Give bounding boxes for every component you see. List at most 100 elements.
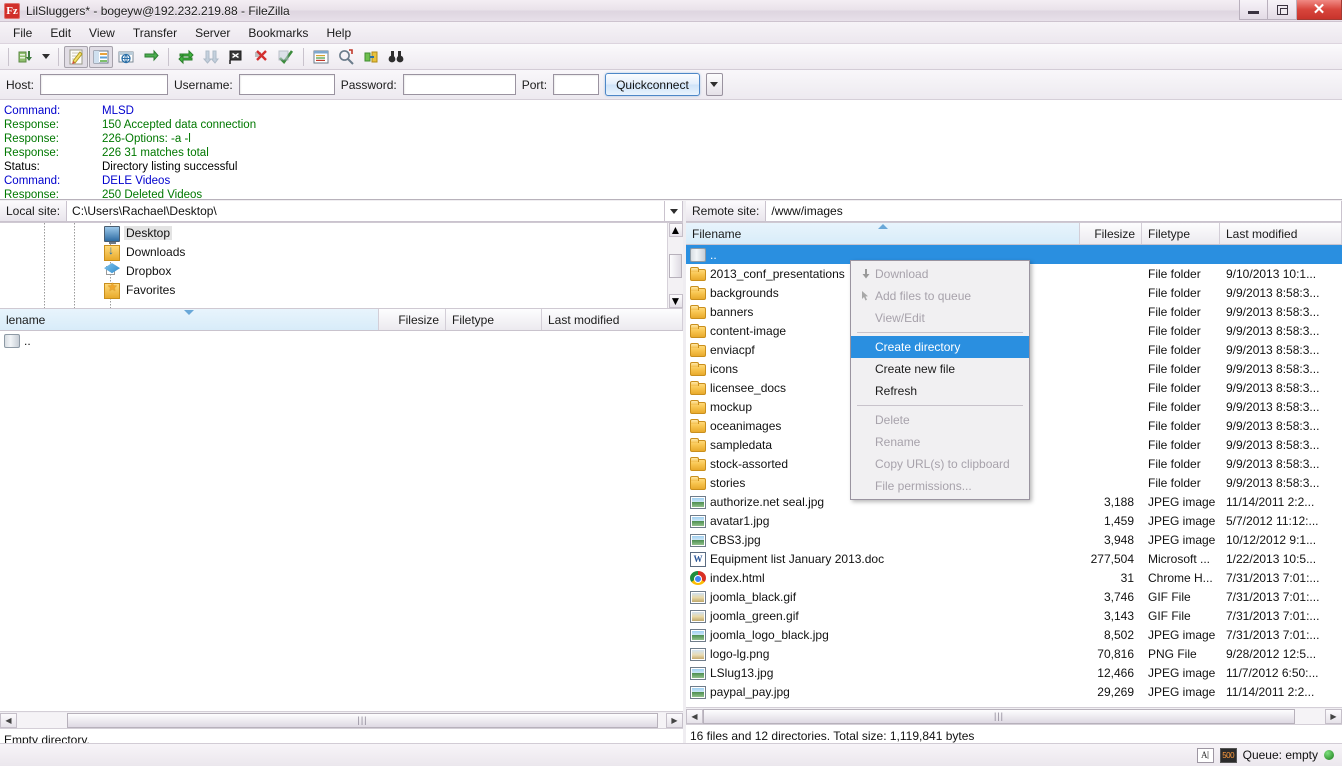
table-row[interactable]: W Equipment list January 2013.doc 277,504 M…	[686, 549, 1342, 568]
local-column-filename[interactable]: lename	[0, 309, 379, 330]
toggle-directory-tree-icon[interactable]	[89, 45, 113, 68]
log-type: Response:	[4, 119, 59, 131]
local-file-list[interactable]: ..	[0, 331, 683, 711]
remote-column-filename[interactable]: Filename	[686, 223, 1080, 244]
minimize-button[interactable]	[1239, 0, 1268, 20]
menu-help[interactable]: Help	[317, 23, 360, 43]
menu-transfer[interactable]: Transfer	[124, 23, 186, 43]
status-bar: A 500 Queue: empty	[0, 743, 1342, 766]
file-type: JPEG image	[1148, 513, 1216, 528]
host-input[interactable]	[40, 74, 169, 95]
quickconnect-button[interactable]: Quickconnect	[605, 73, 700, 96]
synchronized-browsing-icon[interactable]	[334, 46, 358, 68]
tree-item-downloads[interactable]: Downloads	[0, 242, 683, 261]
message-log[interactable]: Command: MLSD Response: 150 Accepted data …	[0, 100, 1342, 200]
process-queue-icon[interactable]	[139, 46, 163, 68]
disconnect-icon[interactable]	[224, 46, 248, 68]
sort-ascending-icon	[877, 224, 888, 229]
downloads-folder-icon	[104, 244, 120, 261]
scroll-up-icon[interactable]: ▲	[668, 223, 683, 237]
menu-file[interactable]: File	[4, 23, 41, 43]
transfer-speed-icon[interactable]: 500	[1219, 747, 1237, 763]
tree-item-desktop[interactable]: Desktop	[0, 223, 683, 244]
compare-directories-icon[interactable]	[274, 46, 298, 68]
gif-image-icon	[690, 610, 706, 623]
table-row[interactable]: joomla_logo_black.jpg 8,502 JPEG image 7/31…	[686, 625, 1342, 644]
remote-horizontal-scrollbar[interactable]: ◀ ||| ▶	[686, 707, 1342, 724]
file-size: 1,459	[1103, 513, 1134, 528]
remote-column-lastmodified[interactable]: Last modified	[1220, 223, 1342, 244]
site-manager-icon[interactable]	[14, 46, 38, 68]
cancel-operation-icon[interactable]	[199, 46, 223, 68]
scroll-right-icon[interactable]: ▶	[1325, 708, 1342, 724]
table-row[interactable]: CBS3.jpg 3,948 JPEG image 10/12/2012 9:1...	[686, 530, 1342, 549]
quickconnect-dropdown-button[interactable]	[705, 73, 723, 96]
local-horizontal-scrollbar[interactable]: ◀ ||| ▶	[0, 711, 683, 728]
context-menu-item-create-new-file[interactable]: Create new file	[851, 358, 1029, 380]
table-row[interactable]: LSlug13.jpg 12,466 JPEG image 11/7/2012 6:5…	[686, 663, 1342, 682]
table-row[interactable]: ..	[0, 331, 683, 350]
context-menu-item-label: Rename	[875, 435, 921, 449]
context-menu-item-refresh[interactable]: Refresh	[851, 380, 1029, 402]
file-modified: 9/9/2013 8:58:3...	[1226, 399, 1320, 414]
svg-text:A: A	[1201, 750, 1208, 760]
updir-icon	[690, 248, 706, 262]
username-input[interactable]	[238, 74, 335, 95]
refresh-icon[interactable]	[174, 46, 198, 68]
close-icon: ✕	[1312, 0, 1326, 18]
reconnect-icon[interactable]	[249, 46, 273, 68]
site-manager-dropdown-icon[interactable]	[39, 46, 53, 68]
maximize-restore-button[interactable]	[1268, 0, 1297, 20]
filezilla-window: Fz LilSluggers* - bogeyw@192.232.219.88 …	[0, 0, 1342, 766]
context-menu-item-label: File permissions...	[875, 479, 972, 493]
scroll-right-icon[interactable]: ▶	[666, 712, 683, 728]
scrollbar-thumb[interactable]: |||	[67, 712, 658, 728]
table-row[interactable]: avatar1.jpg 1,459 JPEG image 5/7/2012 11:12…	[686, 511, 1342, 530]
binoculars-search-icon[interactable]	[384, 46, 408, 68]
table-row[interactable]: joomla_black.gif 3,746 GIF File 7/31/2013 7…	[686, 587, 1342, 606]
file-type: File folder	[1148, 342, 1201, 357]
local-column-filetype[interactable]: Filetype	[446, 309, 542, 330]
scrollbar-thumb[interactable]	[669, 253, 682, 278]
filters-icon[interactable]	[309, 46, 333, 68]
tree-item-favorites[interactable]: + Favorites	[0, 280, 683, 299]
local-directory-tree[interactable]: Desktop Downloads + Dropbox + Favorites …	[0, 223, 683, 309]
close-button[interactable]: ✕	[1297, 0, 1342, 20]
menu-edit[interactable]: Edit	[41, 23, 80, 43]
table-row[interactable]: paypal_pay.jpg 29,269 JPEG image 11/14/2011…	[686, 682, 1342, 701]
find-files-icon[interactable]	[359, 46, 383, 68]
local-site-path[interactable]: C:\Users\Rachael\Desktop\	[67, 201, 665, 222]
menu-server[interactable]: Server	[186, 23, 239, 43]
scrollbar-thumb[interactable]: |||	[703, 708, 1295, 724]
password-input[interactable]	[402, 74, 516, 95]
remote-site-path[interactable]: /www/images	[766, 201, 1342, 222]
local-column-filesize[interactable]: Filesize	[379, 309, 446, 330]
table-row[interactable]: index.html 31 Chrome H... 7/31/2013 7:01:..…	[686, 568, 1342, 587]
remote-column-filetype[interactable]: Filetype	[1142, 223, 1220, 244]
toggle-transfer-queue-icon[interactable]	[114, 46, 138, 68]
tree-item-dropbox[interactable]: + Dropbox	[0, 261, 683, 280]
toggle-message-log-icon[interactable]	[64, 45, 88, 68]
scroll-left-icon[interactable]: ◀	[0, 712, 17, 728]
table-row[interactable]: joomla_green.gif 3,143 GIF File 7/31/2013 7…	[686, 606, 1342, 625]
menu-view[interactable]: View	[80, 23, 124, 43]
file-name: ..	[24, 333, 31, 348]
remote-column-filesize[interactable]: Filesize	[1080, 223, 1142, 244]
log-message: Directory listing successful	[102, 161, 238, 173]
column-label: Filetype	[1148, 226, 1191, 241]
local-site-dropdown-button[interactable]	[665, 201, 683, 222]
context-menu-item-create-directory[interactable]: Create directory	[851, 336, 1029, 358]
table-row[interactable]: logo-lg.png 70,816 PNG File 9/28/2012 12:5.…	[686, 644, 1342, 663]
local-tree-scrollbar[interactable]: ▲ ▼	[667, 223, 683, 308]
file-size: 8,502	[1103, 627, 1134, 642]
remote-context-menu[interactable]: Download Add files to queue View/Edit Creat…	[850, 260, 1030, 500]
folder-icon	[690, 342, 706, 357]
local-column-lastmodified[interactable]: Last modified	[542, 309, 683, 330]
insecure-connection-icon[interactable]: A	[1196, 747, 1214, 763]
scroll-left-icon[interactable]: ◀	[686, 708, 703, 724]
scroll-down-icon[interactable]: ▼	[668, 294, 683, 308]
menu-bookmarks[interactable]: Bookmarks	[239, 23, 317, 43]
port-input[interactable]	[553, 74, 600, 95]
file-size: 70,816	[1097, 646, 1134, 661]
context-menu-item-download: Download	[851, 263, 1029, 285]
